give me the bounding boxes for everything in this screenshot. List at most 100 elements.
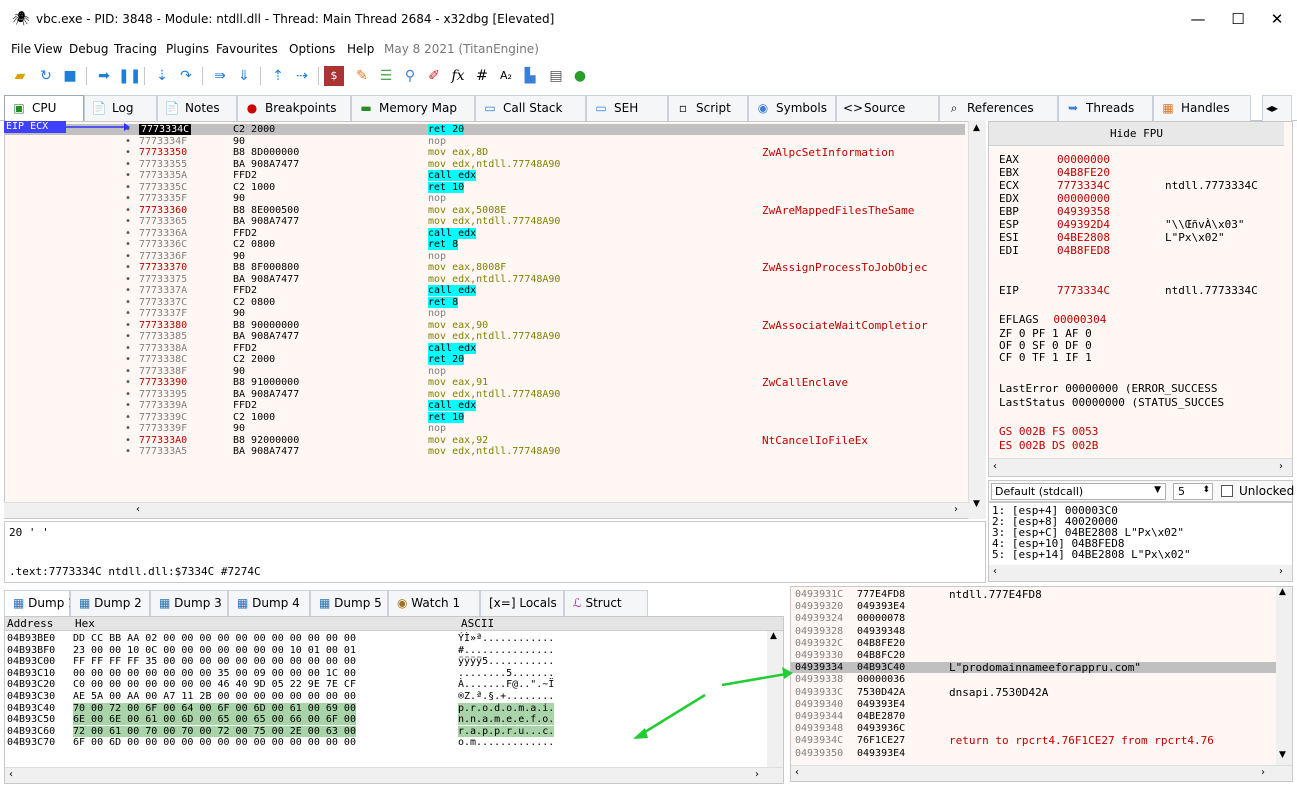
- disassembly-row[interactable]: • 7773335F 90 nop: [5, 193, 965, 204]
- stack-row[interactable]: 04939350 049393E4: [791, 748, 1292, 759]
- registers-horizontal-scrollbar[interactable]: ‹ ›: [989, 458, 1292, 476]
- unlocked-checkbox[interactable]: [1221, 485, 1233, 497]
- stack-row[interactable]: 0493934C 76F1CE27 return to rpcrt4.76F1CE2…: [791, 735, 1292, 746]
- eflags-register[interactable]: EFLAGS 00000304: [999, 313, 1106, 326]
- about-icon[interactable]: ●: [570, 66, 590, 86]
- stack-row[interactable]: 04939330 04B8FC20: [791, 650, 1292, 661]
- trace-over-icon[interactable]: ⇓: [234, 66, 254, 86]
- argument-count-spinbox[interactable]: 5 ⬍: [1173, 483, 1213, 500]
- run-to-user-code-icon[interactable]: ⇢: [292, 66, 312, 86]
- stack-row[interactable]: 04939340 049393E4: [791, 699, 1292, 710]
- disassembly-row[interactable]: • 7773335C C2 1000 ret 10: [5, 181, 965, 193]
- disassembly-row[interactable]: • 77733355 BA 908A7477 mov edx,ntdll.77748A…: [5, 159, 965, 170]
- breakpoint-dot-icon[interactable]: •: [125, 400, 131, 411]
- disassembly-row[interactable]: • 77733365 BA 908A7477 mov edx,ntdll.77748A…: [5, 216, 965, 227]
- tab-handles[interactable]: ▦ Handles: [1153, 95, 1251, 121]
- stack-horizontal-scrollbar[interactable]: ‹ ›: [791, 765, 1292, 781]
- disassembly-row[interactable]: • 77733360 B8 8E000500 mov eax,5008E ZwAreMa…: [5, 205, 965, 216]
- disassembly-row[interactable]: • 77733395 BA 908A7477 mov edx,ntdll.77748A…: [5, 389, 965, 400]
- stack-row[interactable]: 04939324 00000078: [791, 613, 1292, 624]
- breakpoint-dot-icon[interactable]: •: [125, 136, 131, 147]
- breakpoint-dot-icon[interactable]: •: [125, 377, 131, 388]
- register-eax[interactable]: EAX 00000000: [999, 153, 1289, 166]
- disassembly-row[interactable]: • 7773336F 90 nop: [5, 251, 965, 262]
- open-icon[interactable]: ▰: [10, 66, 30, 86]
- tab-dump-2[interactable]: ▦ Dump 2: [70, 590, 150, 616]
- disassembly-row[interactable]: • 77733380 B8 90000000 mov eax,90 ZwAssociat…: [5, 320, 965, 331]
- execute-till-return-icon[interactable]: ⇡: [268, 66, 288, 86]
- breakpoint-dot-icon[interactable]: •: [125, 435, 131, 446]
- disassembly-row[interactable]: • 77733375 BA 908A7477 mov edx,ntdll.77748A…: [5, 274, 965, 285]
- disassembly-row[interactable]: • 77733350 B8 8D000000 mov eax,8D ZwAlpcSetI…: [5, 147, 965, 158]
- tab-seh[interactable]: ▭ SEH: [586, 95, 668, 121]
- disassembly-row[interactable]: • 7773336C C2 0800 ret 8: [5, 239, 965, 250]
- minimize-button[interactable]: —: [1178, 6, 1218, 32]
- tab-source[interactable]: <>Source: [836, 95, 939, 121]
- stack-row[interactable]: 04939328 04939348: [791, 626, 1292, 637]
- disassembly-row[interactable]: • 77733390 B8 91000000 mov eax,91 ZwCallEncl…: [5, 377, 965, 388]
- breakpoint-dot-icon[interactable]: •: [125, 412, 131, 423]
- breakpoint-dot-icon[interactable]: •: [125, 446, 131, 457]
- disassembly-row[interactable]: • 777333A0 B8 92000000 mov eax,92 NtCancelIo…: [5, 435, 965, 446]
- segment-registers[interactable]: ES 002B DS 002B: [999, 439, 1098, 452]
- register-edi[interactable]: EDI 04B8FED8: [999, 244, 1289, 257]
- breakpoint-dot-icon[interactable]: •: [125, 423, 131, 434]
- breakpoint-dot-icon[interactable]: •: [125, 147, 131, 158]
- breakpoint-dot-icon[interactable]: •: [125, 331, 131, 342]
- tab-threads[interactable]: ➥ Threads: [1058, 95, 1153, 121]
- disassembly-row[interactable]: • 7773338A FFD2 call edx: [5, 342, 965, 354]
- tab-struct[interactable]: ℒ Struct: [564, 590, 648, 616]
- bookmarks-icon[interactable]: ✐: [424, 66, 444, 86]
- tab-references[interactable]: ⌕ References: [939, 95, 1058, 121]
- register-ebx[interactable]: EBX 04B8FE20: [999, 166, 1289, 179]
- breakpoint-dot-icon[interactable]: •: [125, 239, 131, 250]
- tab-log[interactable]: 📄 Log: [84, 95, 157, 121]
- disassembly-view[interactable]: • 7773334C C2 2000 ret 20 • 7773334F 90 nop • 777…: [4, 121, 986, 519]
- segment-registers[interactable]: GS 002B FS 0053: [999, 425, 1098, 438]
- disassembly-row[interactable]: • 7773334C C2 2000 ret 20: [5, 124, 965, 135]
- register-edx[interactable]: EDX 00000000: [999, 192, 1289, 205]
- step-over-icon[interactable]: ↷: [176, 66, 196, 86]
- disassembly-row[interactable]: • 7773334F 90 nop: [5, 136, 965, 147]
- breakpoint-dot-icon[interactable]: •: [125, 308, 131, 319]
- hide-fpu-button[interactable]: Hide FPU: [989, 122, 1284, 146]
- breakpoint-dot-icon[interactable]: •: [125, 274, 131, 285]
- stack-row[interactable]: 04939334 04B93C40 L"prodomainnameeforappru…: [791, 662, 1292, 674]
- functions-icon[interactable]: fx: [448, 66, 468, 86]
- breakpoint-dot-icon[interactable]: •: [125, 170, 131, 181]
- disassembly-row[interactable]: • 7773338F 90 nop: [5, 366, 965, 377]
- maximize-button[interactable]: ☐: [1218, 6, 1258, 32]
- stack-row[interactable]: 04939348 0493936C: [791, 723, 1292, 734]
- disassembly-row[interactable]: • 77733370 B8 8F000800 mov eax,8008F ZwAssig…: [5, 262, 965, 273]
- tab-script[interactable]: ▫ Script: [668, 95, 748, 121]
- flags-row[interactable]: CF 0 TF 1 IF 1: [999, 351, 1092, 364]
- menu-view[interactable]: View: [34, 42, 62, 56]
- calls-icon[interactable]: ▙: [520, 66, 540, 86]
- menu-debug[interactable]: Debug: [69, 42, 108, 56]
- last-error[interactable]: LastError 00000000 (ERROR_SUCCESS: [999, 382, 1218, 395]
- register-ecx[interactable]: ECX 7773334C ntdll.7773334C: [999, 179, 1289, 192]
- register-esp[interactable]: ESP 049392D4 "\\ŒñvÀ\x03": [999, 218, 1289, 231]
- breakpoint-dot-icon[interactable]: •: [125, 343, 131, 354]
- trace-into-icon[interactable]: ⇛: [210, 66, 230, 86]
- stack-args-scrollbar[interactable]: ‹ ›: [989, 565, 1292, 581]
- breakpoint-dot-icon[interactable]: •: [125, 389, 131, 400]
- comments-icon[interactable]: ☰: [376, 66, 396, 86]
- dump-view[interactable]: Address Hex ASCII 04B93BE0 DD CC BB AA 02…: [4, 616, 784, 784]
- run-icon[interactable]: ➡: [94, 66, 114, 86]
- disassembly-row[interactable]: • 7773337C C2 0800 ret 8: [5, 296, 965, 308]
- breakpoint-dot-icon[interactable]: •: [125, 320, 131, 331]
- tab-cpu[interactable]: ▣ CPU: [4, 95, 84, 122]
- tab-breakpoints[interactable]: ● Breakpoints: [237, 95, 351, 121]
- breakpoint-dot-icon[interactable]: •: [125, 182, 131, 193]
- patch-icon[interactable]: ✎: [352, 66, 372, 86]
- breakpoint-dot-icon[interactable]: •: [125, 285, 131, 296]
- breakpoint-dot-icon[interactable]: •: [125, 262, 131, 273]
- disassembly-row[interactable]: • 7773339F 90 nop: [5, 423, 965, 434]
- stack-vertical-scrollbar[interactable]: ▲ ▼: [1276, 587, 1292, 765]
- disassembly-row[interactable]: • 7773337A FFD2 call edx: [5, 285, 965, 296]
- register-esi[interactable]: ESI 04BE2808 L"Px\x02": [999, 231, 1289, 244]
- eip-register[interactable]: EIP 7773334C ntdll.7773334C: [999, 284, 1289, 298]
- strings-icon[interactable]: A₂: [496, 66, 516, 86]
- stack-row[interactable]: 04939320 049393E4: [791, 601, 1292, 612]
